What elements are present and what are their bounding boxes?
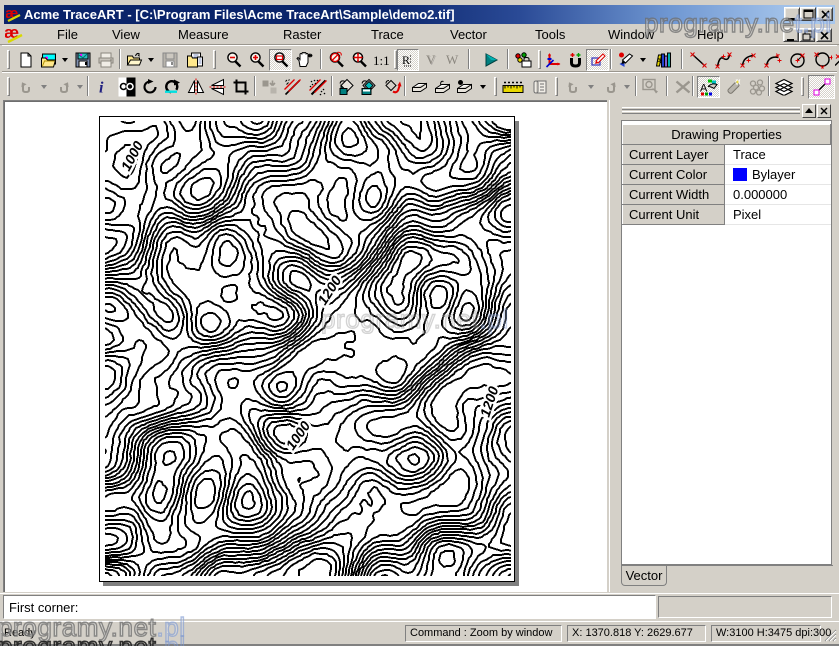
svg-text:V: V: [426, 53, 436, 67]
svg-text:W: W: [446, 53, 459, 67]
svg-text:R: R: [402, 53, 410, 67]
svg-text:1:1: 1:1: [373, 53, 390, 67]
svg-text:A: A: [656, 58, 661, 65]
svg-text:i: i: [99, 80, 104, 96]
